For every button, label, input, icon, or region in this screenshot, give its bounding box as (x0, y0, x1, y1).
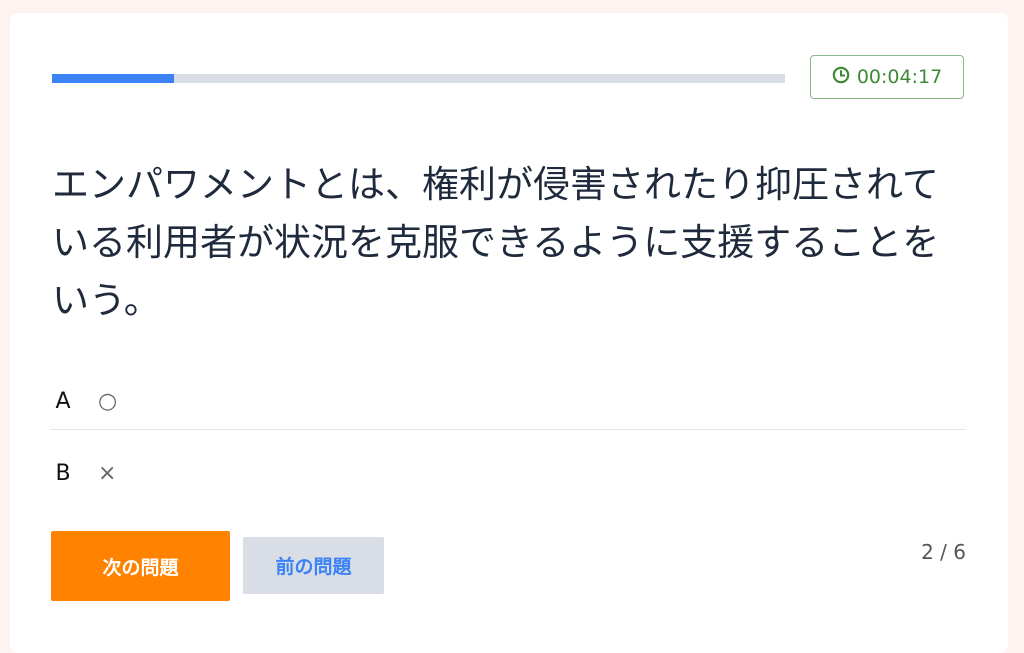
cross-mark-icon: × (98, 460, 117, 486)
next-question-button[interactable]: 次の問題 (51, 531, 230, 601)
option-letter: A (55, 388, 71, 414)
answer-option-b[interactable]: B × (50, 445, 966, 501)
progress-bar (52, 74, 785, 83)
option-letter: B (55, 460, 71, 486)
timer-badge: 00:04:17 (810, 55, 964, 99)
quiz-card: 00:04:17 エンパワメントとは、権利が侵害されたり抑圧されている利用者が状… (10, 13, 1008, 653)
answer-option-a[interactable]: A ○ (50, 373, 966, 430)
progress-bar-fill (52, 74, 175, 83)
question-text: エンパワメントとは、権利が侵害されたり抑圧されている利用者が状況を克服できるよう… (52, 163, 940, 322)
page-counter: 2 / 6 (921, 540, 966, 564)
timer-text: 00:04:17 (856, 66, 943, 88)
previous-question-button[interactable]: 前の問題 (243, 537, 384, 594)
circle-mark-icon: ○ (98, 388, 118, 414)
clock-icon (832, 66, 850, 89)
